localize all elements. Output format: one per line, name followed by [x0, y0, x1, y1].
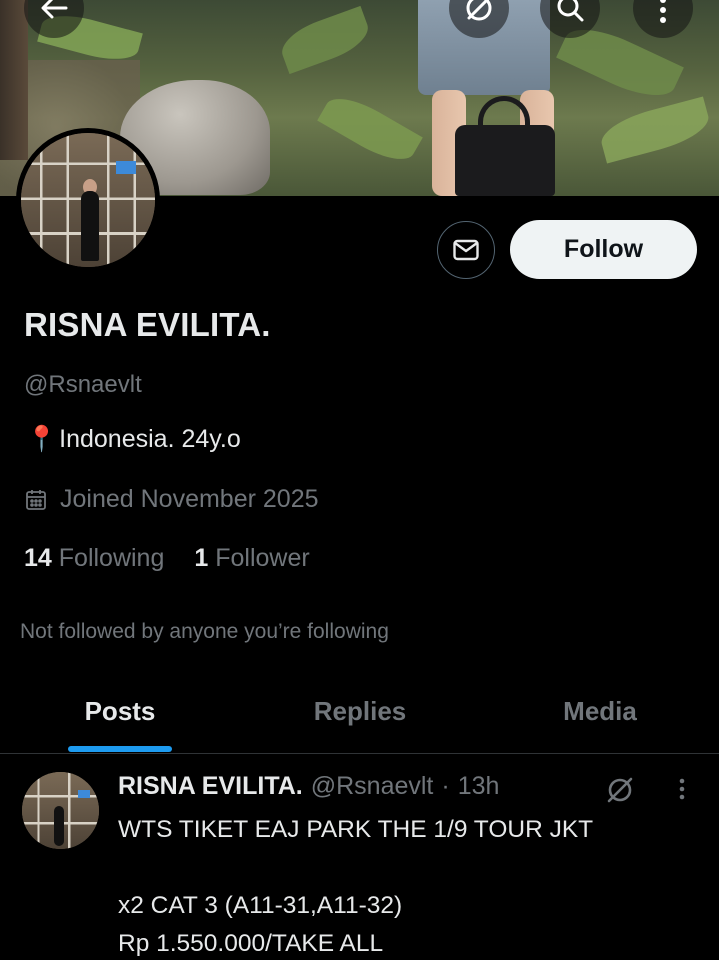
post-avatar[interactable] [22, 772, 99, 849]
profile-handle: @Rsnaevlt [24, 371, 142, 398]
follow-stats: 14 Following 1 Follower [24, 544, 310, 573]
post-grok-button[interactable] [603, 773, 637, 812]
following-count: 14 [24, 544, 52, 572]
banner-leaf [275, 5, 375, 75]
post-time[interactable]: 13h [458, 772, 500, 801]
more-vertical-icon [660, 0, 666, 23]
message-button[interactable] [437, 221, 495, 279]
profile-avatar[interactable] [16, 128, 160, 272]
banner-leaf [596, 96, 714, 164]
joined-date: Joined November 2025 [24, 485, 319, 514]
banner-leaf [317, 87, 423, 171]
grok-slash-icon [607, 777, 633, 803]
followers-link[interactable]: 1 Follower [194, 544, 309, 573]
post-text: WTS TIKET EAJ PARK THE 1/9 TOUR JKT x2 C… [118, 816, 594, 957]
arrow-left-icon [41, 0, 68, 19]
followers-label: Follower [215, 544, 310, 572]
post-author-name[interactable]: RISNA EVILITA. [118, 772, 303, 801]
post-avatar-tv [78, 790, 90, 798]
calendar-icon [26, 489, 46, 510]
search-icon [557, 0, 584, 22]
envelope-icon [453, 239, 479, 261]
not-followed-note: Not followed by anyone you’re following [20, 620, 389, 643]
more-vertical-icon [679, 778, 685, 800]
post-avatar-person [54, 806, 64, 846]
profile-name: RISNA EVILITA. [24, 306, 271, 343]
joined-text: Joined November 2025 [60, 485, 319, 513]
pin-emoji: 📍 [26, 425, 58, 453]
banner-bag [455, 125, 555, 196]
follow-button[interactable]: Follow [510, 220, 697, 279]
following-link[interactable]: 14 Following [24, 544, 164, 573]
post-header: RISNA EVILITA. @Rsnaevlt · 13h [118, 772, 499, 801]
following-label: Following [58, 544, 165, 572]
tab-media[interactable]: Media [563, 696, 637, 727]
active-tab-indicator [68, 746, 172, 752]
tab-posts[interactable]: Posts [85, 696, 156, 727]
post-author-handle[interactable]: @Rsnaevlt [311, 772, 434, 801]
profile-bio: 📍 Indonesia. 24y.o [26, 425, 241, 454]
post-separator: · [441, 772, 450, 800]
profile-tabs: Posts Replies Media [0, 672, 719, 754]
bio-text: Indonesia. 24y.o [59, 425, 241, 453]
post-more-button[interactable] [672, 775, 692, 810]
post-item[interactable]: RISNA EVILITA. @Rsnaevlt · 13h WTS TIKET… [0, 755, 719, 960]
avatar-person [81, 191, 99, 261]
followers-count: 1 [194, 544, 209, 572]
avatar-tv [116, 161, 136, 174]
tab-replies[interactable]: Replies [314, 696, 407, 727]
grok-slash-icon [466, 0, 492, 21]
